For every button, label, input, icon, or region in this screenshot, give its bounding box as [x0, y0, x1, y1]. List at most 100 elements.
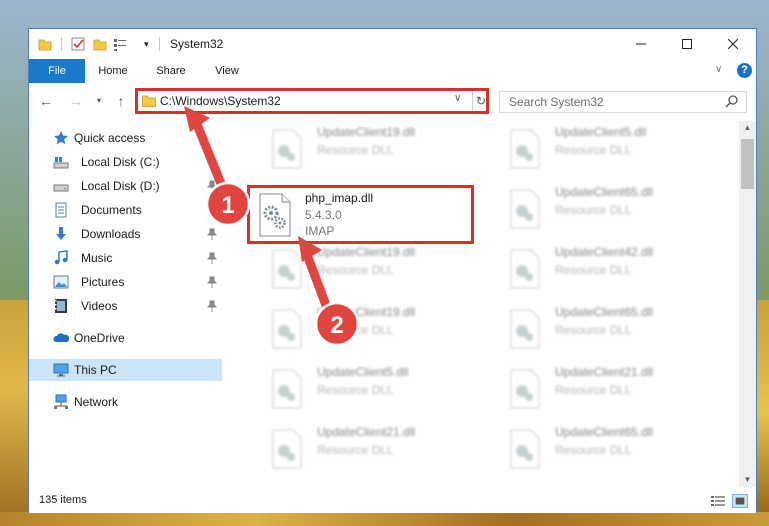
minimize-icon	[636, 43, 646, 45]
dll-gear-icon	[272, 369, 302, 409]
sidebar-item-label: Documents	[81, 203, 142, 217]
file-item[interactable]: UpdateClient65.dll Resource DLL	[489, 301, 719, 355]
wallpaper-bottom	[0, 512, 769, 526]
navigation-pane: Quick access Local Disk (C:) Local Disk …	[29, 119, 222, 489]
sidebar-item-downloads[interactable]: Downloads	[29, 223, 222, 245]
vertical-scrollbar[interactable]: ▲ ▼	[739, 121, 756, 487]
pin-icon	[207, 276, 217, 288]
star-icon	[54, 131, 68, 145]
tab-home[interactable]: Home	[91, 59, 135, 83]
dll-gear-icon	[272, 129, 302, 169]
list-view-icon[interactable]	[113, 36, 127, 52]
file-item[interactable]: UpdateClient42.dll Resource DLL	[489, 241, 719, 295]
file-desc: Resource DLL	[555, 263, 632, 277]
onedrive-icon	[53, 333, 69, 342]
tab-share[interactable]: Share	[151, 59, 191, 83]
sidebar-item-documents[interactable]: Documents	[29, 199, 222, 221]
file-name: UpdateClient19.dll	[317, 125, 416, 139]
details-view-icon[interactable]	[710, 494, 726, 508]
folder-icon[interactable]	[38, 36, 52, 52]
file-desc: Resource DLL	[317, 263, 394, 277]
file-version: 5.4.3.0	[305, 208, 342, 222]
sidebar-item-local-disk-d[interactable]: Local Disk (D:)	[29, 175, 222, 197]
forward-arrow-icon[interactable]: →	[67, 92, 85, 110]
new-folder-icon[interactable]	[93, 36, 107, 52]
file-item[interactable]: UpdateClient19.dll Resource DLL	[251, 301, 481, 355]
file-desc: Resource DLL	[555, 383, 632, 397]
address-dropdown-chevron-icon[interactable]: ∨	[454, 93, 461, 104]
pin-icon	[207, 156, 217, 168]
sidebar-item-pictures[interactable]: Pictures	[29, 271, 222, 293]
search-box[interactable]: Search System32	[499, 91, 747, 113]
recent-locations-chevron-icon[interactable]: ▾	[93, 92, 105, 110]
file-item[interactable]: UpdateClient5.dll Resource DLL	[251, 361, 481, 415]
title-bar: ▾ System32	[29, 29, 756, 59]
maximize-button[interactable]	[664, 29, 710, 59]
dll-gear-icon	[510, 189, 540, 229]
sidebar-item-label: Downloads	[81, 227, 141, 241]
tab-view[interactable]: View	[209, 59, 245, 83]
navigation-bar: ← → ▾ ↑ C:\Windows\System32 ∨ ↻ Search S…	[29, 83, 756, 119]
refresh-icon[interactable]: ↻	[472, 91, 486, 111]
file-desc: Resource DLL	[555, 203, 632, 217]
pin-icon	[207, 228, 217, 240]
expand-ribbon-chevron-icon[interactable]: ∨	[715, 64, 722, 75]
ribbon-tabs: File Home Share View ∨ ?	[29, 59, 756, 83]
back-arrow-icon[interactable]: ←	[37, 92, 55, 110]
file-name: UpdateClient19.dll	[317, 305, 416, 319]
sidebar-item-network[interactable]: Network	[29, 391, 222, 413]
file-name: UpdateClient5.dll	[317, 365, 409, 379]
scroll-down-icon[interactable]: ▼	[739, 473, 756, 487]
dll-gear-icon	[272, 309, 302, 349]
dll-gear-icon	[259, 193, 291, 237]
file-item[interactable]: UpdateClient5.dll Resource DLL	[489, 121, 719, 175]
file-name: UpdateClient65.dll	[555, 185, 654, 199]
title-separator	[159, 37, 160, 51]
search-icon[interactable]	[724, 94, 740, 110]
sidebar-item-music[interactable]: Music	[29, 247, 222, 269]
sidebar-item-label: Local Disk (D:)	[81, 179, 160, 193]
file-name: UpdateClient42.dll	[555, 245, 654, 259]
sidebar-item-quick-access[interactable]: Quick access	[29, 127, 222, 149]
dll-gear-icon	[510, 129, 540, 169]
sidebar-item-onedrive[interactable]: OneDrive	[29, 327, 222, 349]
file-name: UpdateClient19.dll	[317, 245, 416, 259]
minimize-button[interactable]	[618, 29, 664, 59]
help-icon[interactable]: ?	[737, 63, 752, 78]
file-list: UpdateClient19.dll Resource DLL UpdateCl…	[229, 119, 737, 489]
address-bar[interactable]: C:\Windows\System32 ∨ ↻	[135, 88, 489, 114]
file-item[interactable]: UpdateClient65.dll Resource DLL	[489, 421, 719, 475]
file-item[interactable]: UpdateClient65.dll Resource DLL	[489, 181, 719, 235]
videos-icon	[55, 299, 67, 313]
file-desc: Resource DLL	[317, 143, 394, 157]
sidebar-item-label: OneDrive	[74, 331, 125, 345]
properties-check-icon[interactable]	[71, 36, 85, 52]
customize-toolbar-chevron-icon[interactable]: ▾	[144, 36, 154, 52]
address-path[interactable]: C:\Windows\System32	[160, 93, 281, 109]
dll-gear-icon	[510, 429, 540, 469]
sidebar-item-label: Network	[74, 395, 119, 409]
file-item[interactable]: UpdateClient21.dll Resource DLL	[251, 421, 481, 475]
file-item-php-imap[interactable]: php_imap.dll 5.4.3.0 IMAP	[257, 191, 467, 241]
file-name: UpdateClient65.dll	[555, 305, 654, 319]
close-button[interactable]	[710, 29, 756, 59]
sidebar-item-this-pc[interactable]: This PC	[29, 359, 222, 381]
sidebar-item-local-disk-c[interactable]: Local Disk (C:)	[29, 151, 222, 173]
large-icons-view-icon[interactable]	[732, 494, 748, 508]
scroll-up-icon[interactable]: ▲	[739, 121, 756, 135]
sidebar-item-label: Music	[81, 251, 113, 265]
file-item[interactable]: UpdateClient19.dll Resource DLL	[251, 121, 481, 175]
wallpaper-left	[0, 300, 30, 526]
dll-gear-icon	[510, 369, 540, 409]
up-arrow-icon[interactable]: ↑	[113, 92, 129, 110]
file-item[interactable]: UpdateClient21.dll Resource DLL	[489, 361, 719, 415]
scrollbar-thumb[interactable]	[741, 139, 754, 189]
tab-file[interactable]: File	[29, 59, 85, 83]
dll-gear-icon	[510, 249, 540, 289]
pictures-icon	[53, 275, 69, 289]
dll-gear-icon	[510, 309, 540, 349]
sidebar-item-videos[interactable]: Videos	[29, 295, 222, 317]
downloads-icon	[56, 227, 66, 240]
file-item[interactable]: UpdateClient19.dll Resource DLL	[251, 241, 481, 295]
search-input[interactable]: Search System32	[509, 95, 604, 109]
